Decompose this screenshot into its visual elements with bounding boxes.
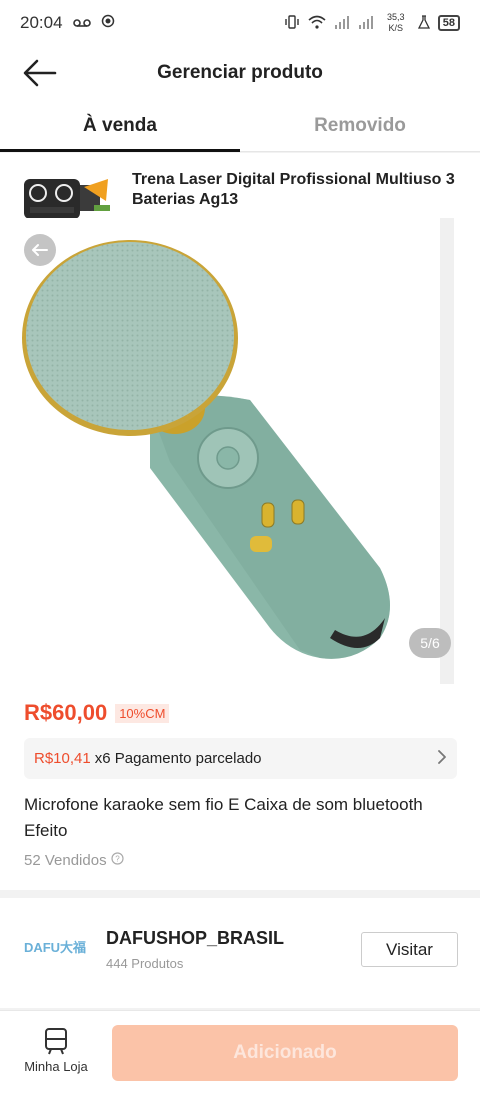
back-button[interactable]	[20, 54, 60, 92]
shop-name: DAFUSHOP_BRASIL	[106, 928, 285, 948]
list-item-title: Trena Laser Digital Profissional Multius…	[132, 171, 455, 208]
add-button[interactable]: Adicionado	[112, 1025, 458, 1081]
store-icon	[45, 1028, 67, 1055]
price-row: R$60,00 10%CM	[24, 700, 170, 726]
signal-icon	[334, 15, 350, 32]
tab-bar: À venda Removido	[0, 100, 480, 152]
installment-text: x6 Pagamento parcelado	[94, 750, 262, 767]
bottom-bar: Minha Loja Adicionado	[0, 1010, 480, 1094]
gallery-prev-button[interactable]	[24, 234, 56, 266]
net-speed: 35,3 K/S	[386, 12, 405, 33]
record-icon	[101, 13, 115, 33]
wifi-icon	[308, 15, 326, 32]
shop-product-count: 444 Produtos	[106, 956, 184, 971]
tab-a-venda[interactable]: À venda	[0, 100, 240, 152]
my-store-label: Minha Loja	[24, 1059, 88, 1074]
visit-button[interactable]: Visitar	[361, 932, 458, 967]
voicemail-icon	[72, 13, 91, 33]
arrow-left-icon	[23, 59, 57, 87]
product-image	[22, 240, 390, 659]
product-card: 5/6 R$60,00 10%CM R$10,41 x6 Pagamento p…	[0, 218, 480, 890]
gallery-pager: 5/6	[409, 628, 451, 658]
product-gallery[interactable]: 5/6	[0, 218, 480, 688]
status-bar: 20:04 35,3 K/S 58	[0, 0, 480, 46]
signal-icon-2	[358, 15, 374, 32]
vibrate-icon	[284, 14, 300, 32]
gallery-scrollbar[interactable]	[440, 218, 454, 684]
installment-amount: R$10,41	[34, 750, 91, 767]
arrow-left-icon	[32, 244, 48, 256]
shop-logo: DAFU大福	[23, 939, 87, 955]
product-thumbnail	[24, 171, 112, 223]
chevron-right-icon	[437, 749, 447, 769]
product-price: R$60,00	[24, 700, 108, 725]
app-header: Gerenciar produto	[0, 46, 480, 100]
page-title: Gerenciar produto	[157, 62, 323, 83]
svg-text:?: ?	[115, 855, 120, 864]
my-store-button[interactable]: Minha Loja	[16, 1027, 96, 1085]
installment-row[interactable]: R$10,41 x6 Pagamento parcelado	[24, 738, 457, 779]
product-name: Microfone karaoke sem fio E Caixa de som…	[24, 795, 423, 840]
sold-label: 52 Vendidos	[24, 852, 107, 869]
battery-icon: 58	[437, 15, 460, 31]
flask-icon	[417, 14, 430, 32]
tab-removido[interactable]: Removido	[240, 100, 480, 151]
status-time: 20:04	[20, 13, 63, 32]
help-icon[interactable]: ?	[110, 852, 124, 869]
sold-count: 52 Vendidos ?	[24, 852, 124, 869]
shop-row[interactable]: DAFU大福 DAFUSHOP_BRASIL 444 Produtos Visi…	[0, 898, 480, 1008]
commission-badge: 10%CM	[115, 703, 170, 723]
